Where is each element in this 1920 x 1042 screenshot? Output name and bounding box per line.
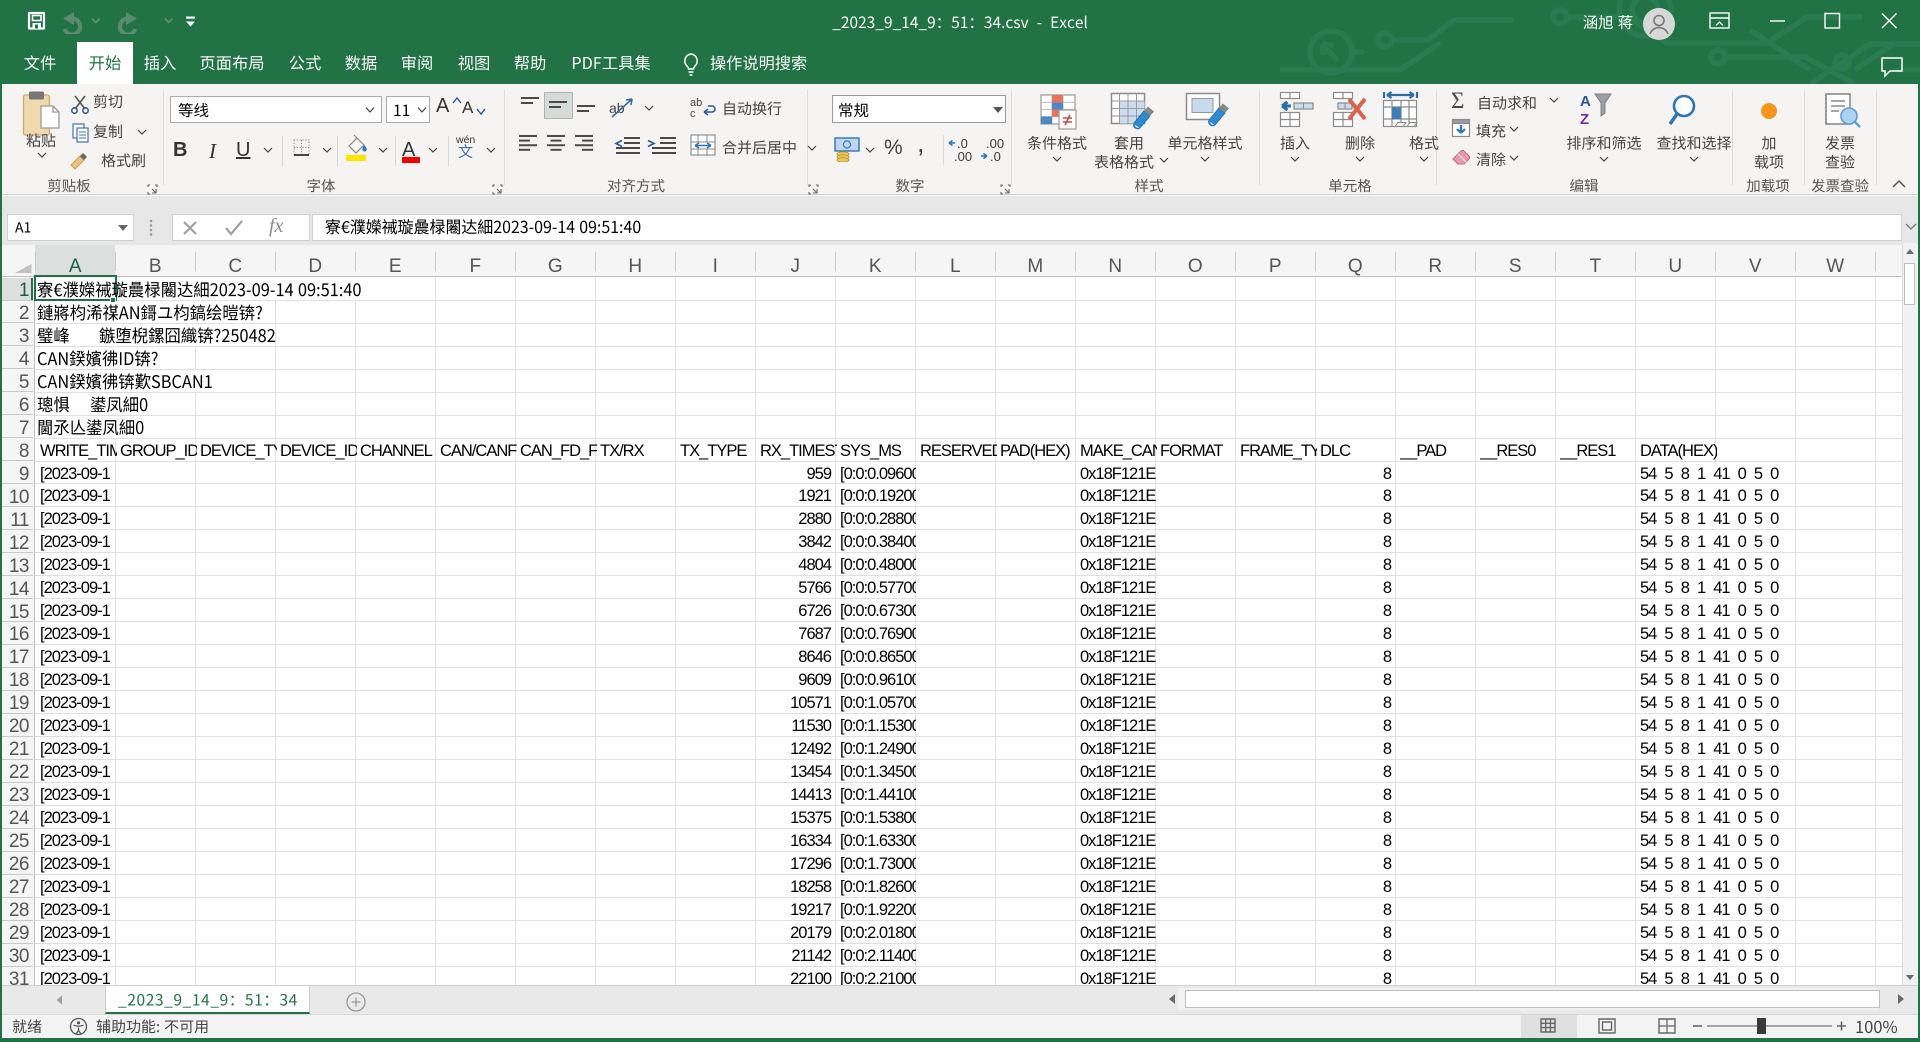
svg-text:.00: .00 [954,149,972,162]
svg-text:c: c [690,108,696,120]
svg-text:.0: .0 [990,149,1001,162]
svg-text:Z: Z [1580,111,1589,128]
svg-text:A: A [1580,93,1591,110]
